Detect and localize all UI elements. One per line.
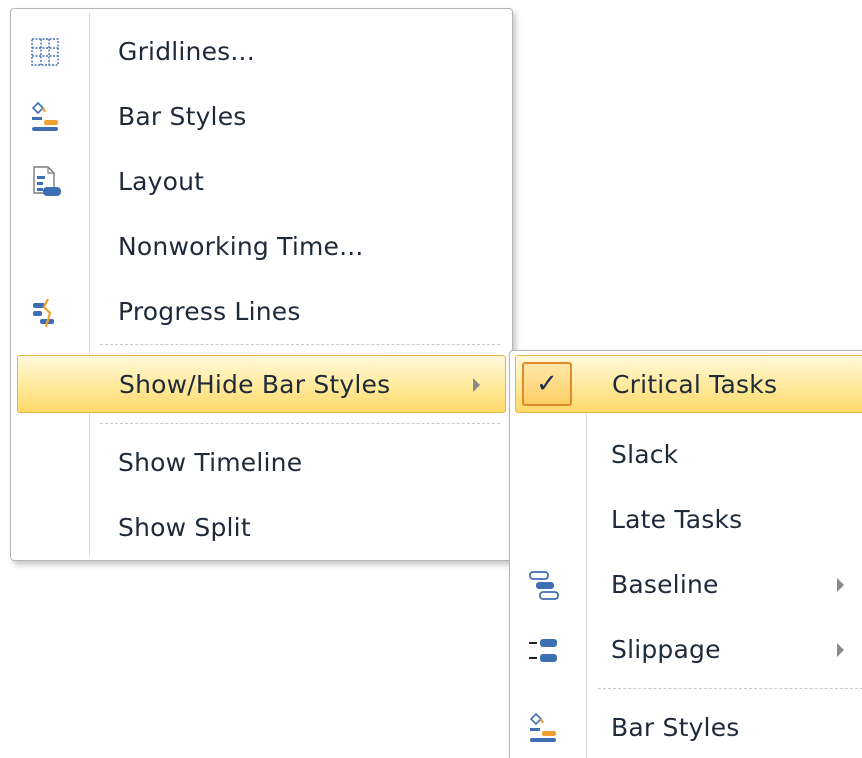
menu-item-label: Critical Tasks [612, 370, 778, 399]
submenu-arrow-icon [837, 578, 844, 592]
submenu-arrow-icon [473, 378, 480, 392]
submenu-arrow-icon [837, 643, 844, 657]
progress-lines-icon [26, 293, 64, 331]
menu-item-label: Layout [118, 167, 205, 196]
submenu-item-slippage[interactable]: Slippage [515, 621, 862, 679]
submenu-item-baseline[interactable]: Baseline [515, 556, 862, 614]
menu-item-label: Progress Lines [118, 297, 301, 326]
context-menu-screen: Gridlines... Bar Styles Layout Nonworkin… [0, 0, 862, 758]
menu-item-show-split[interactable]: Show Split [17, 499, 506, 557]
menu-item-label: Baseline [611, 570, 719, 599]
menu-separator [598, 688, 862, 689]
submenu-item-late-tasks[interactable]: Late Tasks [515, 491, 862, 549]
menu-item-label: Show Timeline [118, 448, 303, 477]
menu-item-label: Slack [611, 440, 679, 469]
menu-separator [100, 423, 500, 424]
bar-styles-icon [524, 709, 562, 747]
menu-item-gridlines[interactable]: Gridlines... [17, 23, 506, 81]
menu-item-label: Show/Hide Bar Styles [119, 370, 391, 399]
checkmark-icon: ✓ [522, 362, 572, 406]
layout-icon [26, 163, 64, 201]
menu-item-show-timeline[interactable]: Show Timeline [17, 434, 506, 492]
slippage-icon [524, 631, 562, 669]
menu-item-label: Nonworking Time... [118, 232, 364, 261]
submenu-show-hide-bar-styles: ✓ Critical Tasks Slack Late Tasks Baseli… [509, 350, 862, 758]
baseline-icon [524, 566, 562, 604]
menu-item-show-hide-bar-styles[interactable]: Show/Hide Bar Styles [17, 355, 506, 413]
menu-item-layout[interactable]: Layout [17, 153, 506, 211]
submenu-item-slack[interactable]: Slack [515, 426, 862, 484]
submenu-item-critical-tasks[interactable]: ✓ Critical Tasks [515, 355, 862, 413]
menu-item-label: Show Split [118, 513, 251, 542]
gridlines-icon [26, 33, 64, 71]
menu-item-nonworking-time[interactable]: Nonworking Time... [17, 218, 506, 276]
submenu-item-bar-styles[interactable]: Bar Styles [515, 699, 862, 757]
menu-item-progress-lines[interactable]: Progress Lines [17, 283, 506, 341]
menu-item-label: Slippage [611, 635, 721, 664]
context-menu: Gridlines... Bar Styles Layout Nonworkin… [10, 8, 513, 561]
menu-item-label: Late Tasks [611, 505, 743, 534]
menu-item-label: Bar Styles [611, 713, 740, 742]
bar-styles-icon [26, 98, 64, 136]
menu-item-label: Bar Styles [118, 102, 247, 131]
menu-separator [100, 344, 500, 345]
menu-item-bar-styles[interactable]: Bar Styles [17, 88, 506, 146]
menu-item-label: Gridlines... [118, 37, 255, 66]
